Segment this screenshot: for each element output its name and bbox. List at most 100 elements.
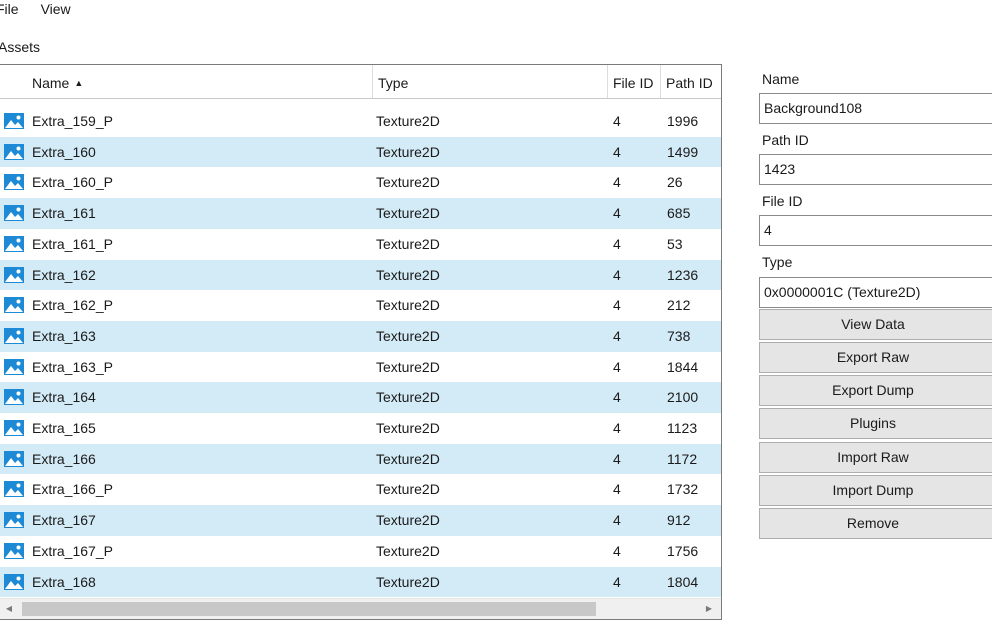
path-id-label: Path ID — [762, 132, 809, 148]
column-header-type[interactable]: Type — [373, 65, 608, 98]
cell-type: Texture2D — [376, 235, 440, 252]
cell-path-id: 1236 — [667, 266, 699, 283]
table-row[interactable]: Extra_167 Texture2D 4 912 — [0, 505, 721, 536]
cell-path-id: 26 — [667, 174, 683, 191]
table-row[interactable]: Extra_163_P Texture2D 4 1844 — [0, 352, 721, 383]
import-raw-button[interactable]: Import Raw — [759, 442, 992, 473]
cell-file-id: 4 — [613, 389, 621, 406]
remove-button[interactable]: Remove — [759, 508, 992, 539]
file-id-label: File ID — [762, 193, 803, 209]
table-row[interactable]: Extra_160_P Texture2D 4 26 — [0, 167, 721, 198]
table-row[interactable]: Extra_165 Texture2D 4 1123 — [0, 413, 721, 444]
cell-file-id: 4 — [613, 512, 621, 529]
cell-type: Texture2D — [376, 205, 440, 222]
table-row[interactable]: Extra_161_P Texture2D 4 53 — [0, 229, 721, 260]
menu-file[interactable]: File — [0, 0, 27, 18]
table-row[interactable]: Extra_166_P Texture2D 4 1732 — [0, 474, 721, 505]
cell-type: Texture2D — [376, 143, 440, 160]
cell-path-id: 685 — [667, 205, 691, 222]
name-field[interactable]: Background108 — [759, 93, 992, 124]
cell-name: Extra_168 — [32, 573, 96, 590]
cell-type: Texture2D — [376, 174, 440, 191]
type-label: Type — [762, 254, 793, 270]
plugins-button[interactable]: Plugins — [759, 408, 992, 439]
menu-view[interactable]: View — [41, 0, 79, 18]
cell-file-id: 4 — [613, 420, 621, 436]
image-icon — [4, 358, 24, 375]
cell-name: Extra_167_P — [32, 542, 113, 559]
cell-type: Texture2D — [376, 542, 440, 559]
image-icon — [4, 113, 24, 129]
cell-file-id: 4 — [613, 205, 621, 222]
cell-file-id: 4 — [613, 327, 621, 344]
cell-path-id: 912 — [667, 512, 691, 529]
cell-name: Extra_166_P — [32, 481, 113, 498]
cell-file-id: 4 — [613, 573, 621, 590]
cell-file-id: 4 — [613, 358, 621, 375]
table-row[interactable]: Extra_162_P Texture2D 4 212 — [0, 290, 721, 321]
scroll-right-icon[interactable]: ▶ — [700, 599, 718, 619]
table-row[interactable]: Extra_163 Texture2D 4 738 — [0, 320, 721, 352]
cell-file-id: 4 — [613, 542, 621, 559]
cell-type: Texture2D — [376, 297, 440, 314]
column-header-name-label: Name — [32, 75, 70, 91]
table-row[interactable]: Extra_159_P Texture2D 4 1996 — [0, 106, 721, 137]
cell-type: Texture2D — [376, 389, 440, 406]
cell-type: Texture2D — [376, 266, 440, 283]
cell-file-id: 4 — [613, 174, 621, 191]
menu-bar: File View — [0, 0, 97, 18]
table-row[interactable]: Extra_166 Texture2D 4 1172 — [0, 443, 721, 475]
table-row[interactable]: Extra_164 Texture2D 4 2100 — [0, 382, 721, 413]
cell-path-id: 1804 — [667, 573, 699, 590]
file-id-field[interactable]: 4 — [759, 215, 992, 246]
cell-type: Texture2D — [376, 113, 440, 129]
column-header-path-id[interactable]: Path ID — [661, 65, 721, 98]
cell-type: Texture2D — [376, 512, 440, 529]
cell-type: Texture2D — [376, 573, 440, 590]
scroll-left-icon[interactable]: ◀ — [0, 599, 18, 619]
import-dump-button[interactable]: Import Dump — [759, 475, 992, 506]
cell-file-id: 4 — [613, 113, 621, 129]
cell-name: Extra_159_P — [32, 113, 113, 129]
cell-path-id: 53 — [667, 235, 683, 252]
image-icon — [4, 389, 24, 406]
cell-path-id: 1996 — [667, 113, 699, 129]
cell-path-id: 738 — [667, 327, 691, 344]
image-icon — [4, 297, 24, 314]
export-dump-button[interactable]: Export Dump — [759, 375, 992, 406]
table-row[interactable]: Extra_167_P Texture2D 4 1756 — [0, 536, 721, 567]
table-row[interactable]: Extra_168 Texture2D 4 1804 — [0, 566, 721, 597]
image-icon — [4, 573, 24, 590]
cell-name: Extra_162_P — [32, 297, 113, 314]
image-icon — [4, 512, 24, 529]
table-row[interactable]: Extra_161 Texture2D 4 685 — [0, 198, 721, 229]
sort-ascending-icon: ▲ — [74, 78, 84, 88]
table-row[interactable]: Extra_162 Texture2D 4 1236 — [0, 259, 721, 291]
cell-path-id: 1123 — [667, 420, 698, 436]
cell-name: Extra_160 — [32, 143, 96, 160]
type-field[interactable]: 0x0000001C (Texture2D) — [759, 277, 992, 308]
cell-path-id: 2100 — [667, 389, 699, 406]
cell-name: Extra_160_P — [32, 174, 113, 191]
assets-list[interactable]: Name ▲ Type File ID Path ID Extra_159_P Te… — [0, 64, 722, 620]
cell-file-id: 4 — [613, 266, 621, 283]
cell-name: Extra_163 — [32, 327, 96, 344]
table-row[interactable]: Extra_160 Texture2D 4 1499 — [0, 136, 721, 168]
cell-type: Texture2D — [376, 358, 440, 375]
cell-path-id: 1844 — [667, 358, 699, 375]
list-header: Name ▲ Type File ID Path ID — [0, 65, 721, 99]
image-icon — [4, 327, 24, 344]
cell-type: Texture2D — [376, 420, 440, 436]
horizontal-scrollbar[interactable]: ◀ ▶ — [0, 598, 721, 619]
assets-label: Assets — [0, 39, 41, 55]
cell-name: Extra_161 — [32, 205, 96, 222]
export-raw-button[interactable]: Export Raw — [759, 342, 992, 373]
cell-type: Texture2D — [376, 481, 440, 498]
column-header-name[interactable]: Name ▲ — [27, 65, 373, 98]
horizontal-scroll-thumb[interactable] — [22, 602, 596, 616]
view-data-button[interactable]: View Data — [759, 309, 992, 340]
cell-name: Extra_166 — [32, 450, 96, 467]
column-header-file-id[interactable]: File ID — [608, 65, 661, 98]
path-id-field[interactable]: 1423 — [759, 154, 992, 185]
cell-file-id: 4 — [613, 235, 621, 252]
